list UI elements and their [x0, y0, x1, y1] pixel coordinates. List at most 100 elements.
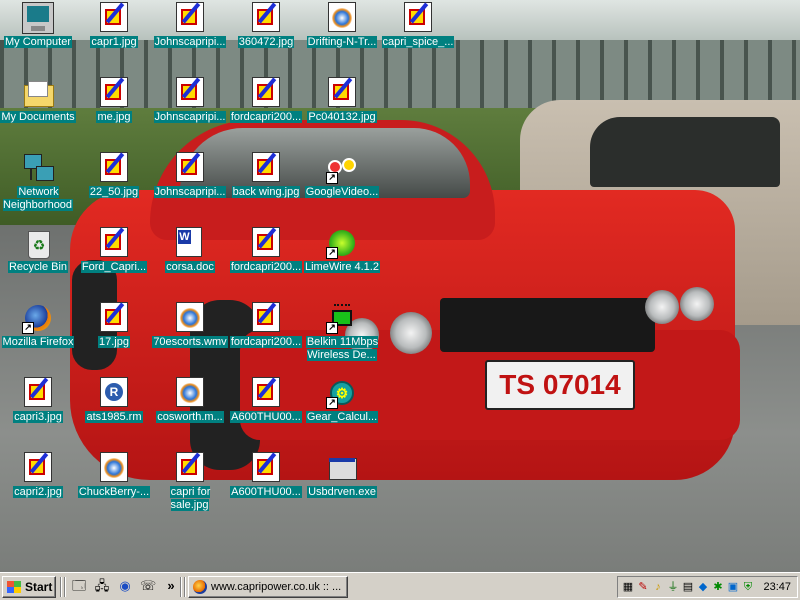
desktop-icon[interactable]: A600THU00...	[228, 450, 304, 522]
network-icon[interactable]: 🖧	[94, 578, 110, 594]
tray-speaker-icon[interactable]: ♪	[651, 580, 665, 594]
desktop-icon-label: Network Neighborhood	[0, 186, 76, 212]
connection-icon[interactable]: ☏	[140, 578, 156, 594]
tray-shield-icon[interactable]: ⛨	[741, 580, 755, 594]
desktop-icon[interactable]: fordcapri200...	[228, 300, 304, 372]
recycle-bin-icon: ♻	[22, 227, 54, 259]
image-file-icon	[252, 377, 280, 407]
desktop-icon[interactable]: Ford_Capri...	[76, 225, 152, 297]
desktop[interactable]: TS 07014 My Computer My Documents Network …	[0, 0, 800, 572]
image-file-icon	[100, 2, 128, 32]
limewire-icon: ↗	[326, 227, 358, 259]
desktop-icon-text: Recycle Bin	[7, 261, 69, 273]
desktop-icon[interactable]: My Documents	[0, 75, 76, 147]
image-file-icon	[252, 2, 280, 32]
desktop-icon[interactable]: cosworth.m...	[152, 375, 228, 447]
desktop-icon[interactable]: ↗ GoogleVideo...	[304, 150, 380, 222]
desktop-icon-text: My Documents	[0, 111, 76, 123]
media-file-glyph	[180, 308, 200, 328]
desktop-icon[interactable]: capri_spice_...	[380, 0, 456, 72]
desktop-icon[interactable]: 22_50.jpg	[76, 150, 152, 222]
desktop-icon[interactable]: Drifting-N-Tr...	[304, 0, 380, 72]
tray-pen-icon[interactable]: ✎	[636, 580, 650, 594]
clock[interactable]: 23:47	[763, 581, 791, 593]
tray-monitor-icon[interactable]: ▣	[726, 580, 740, 594]
executable-icon	[326, 452, 358, 484]
image-file-icon	[328, 77, 356, 107]
desktop-icon[interactable]: me.jpg	[76, 75, 152, 147]
word-document-glyph: W	[178, 230, 191, 244]
desktop-icon-label: fordcapri200...	[228, 261, 304, 274]
tray-bug-icon[interactable]: ✱	[711, 580, 725, 594]
desktop-icon[interactable]: ↗ Belkin 11Mbps Wireless De...	[304, 300, 380, 372]
desktop-icon[interactable]: back wing.jpg	[228, 150, 304, 222]
desktop-icon-label: Recycle Bin	[0, 261, 76, 274]
desktop-icon[interactable]: Wcorsa.doc	[152, 225, 228, 297]
desktop-icon-label: fordcapri200...	[228, 336, 304, 349]
desktop-icon[interactable]: ♻ Recycle Bin	[0, 225, 76, 297]
desktop-icon[interactable]: capr1.jpg	[76, 0, 152, 72]
desktop-icon-text: GoogleVideo...	[304, 186, 380, 198]
start-button[interactable]: Start	[2, 576, 56, 598]
desktop-icon[interactable]: Johnscapripi...	[152, 75, 228, 147]
desktop-icon[interactable]: A600THU00...	[228, 375, 304, 447]
desktop-icon[interactable]: Network Neighborhood	[0, 150, 76, 222]
image-file-icon	[24, 377, 52, 407]
desktop-icon[interactable]: 17.jpg	[76, 300, 152, 372]
network-glyph	[36, 166, 54, 181]
desktop-icon[interactable]: capri3.jpg	[0, 375, 76, 447]
desktop-icon-label: LimeWire 4.1.2	[304, 261, 380, 274]
desktop-icon[interactable]: fordcapri200...	[228, 75, 304, 147]
executable-glyph	[329, 458, 355, 462]
quick-launch-overflow-icon[interactable]: »	[163, 578, 179, 594]
desktop-icon[interactable]: Johnscapripi...	[152, 150, 228, 222]
image-file-icon	[100, 302, 128, 332]
desktop-icon-label: Gear_Calcul...	[304, 411, 380, 424]
desktop-icon-text: Drifting-N-Tr...	[306, 36, 378, 48]
desktop-icon-text: ats1985.rm	[85, 411, 143, 423]
desktop-icon[interactable]: ChuckBerry-...	[76, 450, 152, 522]
taskbar-button-firefox[interactable]: www.capripower.co.uk :: ...	[188, 576, 348, 598]
folder-glyph	[28, 81, 48, 97]
desktop-icon[interactable]: Pc040132.jpg	[304, 75, 380, 147]
desktop-icon-label: me.jpg	[76, 111, 152, 124]
show-desktop-icon[interactable]: 🗔	[71, 578, 87, 594]
desktop-icon-label: 22_50.jpg	[76, 186, 152, 199]
desktop-icon[interactable]: fordcapri200...	[228, 225, 304, 297]
word-document-icon: W	[176, 227, 202, 257]
tray-plug-icon[interactable]: ⏚	[666, 580, 680, 594]
desktop-icon-label: 17.jpg	[76, 336, 152, 349]
desktop-icon[interactable]: Usbdrven.exe	[304, 450, 380, 522]
desktop-icon[interactable]: Johnscapripi...	[152, 0, 228, 72]
desktop-icon-label: ChuckBerry-...	[76, 486, 152, 499]
desktop-icon[interactable]: capri2.jpg	[0, 450, 76, 522]
desktop-icon[interactable]: 360472.jpg	[228, 0, 304, 72]
desktop-icon-label: corsa.doc	[152, 261, 228, 274]
desktop-icon-label: capri2.jpg	[0, 486, 76, 499]
tray-network-icon[interactable]: ▤	[681, 580, 695, 594]
tray-diamond-icon[interactable]: ◆	[696, 580, 710, 594]
desktop-icon-text: fordcapri200...	[229, 261, 303, 273]
desktop-icon[interactable]: My Computer	[0, 0, 76, 72]
desktop-icon[interactable]: ↗ Mozilla Firefox	[0, 300, 76, 372]
image-file-icon	[252, 227, 280, 257]
shortcut-arrow-icon: ↗	[22, 322, 34, 334]
media-file-icon	[176, 302, 204, 332]
gear-calculator-icon: ⚙ ↗	[326, 377, 358, 409]
tray-calendar-icon[interactable]: ▦	[621, 580, 635, 594]
desktop-icon[interactable]: ↗ LimeWire 4.1.2	[304, 225, 380, 297]
system-tray: ▦ ✎ ♪ ⏚ ▤ ◆ ✱ ▣ ⛨ 23:47	[617, 576, 798, 598]
desktop-icon-text: ChuckBerry-...	[77, 486, 151, 498]
desktop-icon-text: corsa.doc	[165, 261, 215, 273]
desktop-icon-label: ats1985.rm	[76, 411, 152, 424]
image-file-icon	[100, 152, 128, 182]
media-player-icon[interactable]: ◉	[117, 578, 133, 594]
desktop-icon[interactable]: capri for sale.jpg	[152, 450, 228, 522]
image-file-icon	[100, 227, 128, 257]
desktop-icon[interactable]: 70escorts.wmv	[152, 300, 228, 372]
desktop-icon[interactable]: ⚙ ↗ Gear_Calcul...	[304, 375, 380, 447]
desktop-icon-text: Gear_Calcul...	[305, 411, 379, 423]
desktop-icon[interactable]: Rats1985.rm	[76, 375, 152, 447]
shortcut-arrow-icon: ↗	[326, 247, 338, 259]
desktop-icon-text: Network Neighborhood	[2, 186, 74, 211]
